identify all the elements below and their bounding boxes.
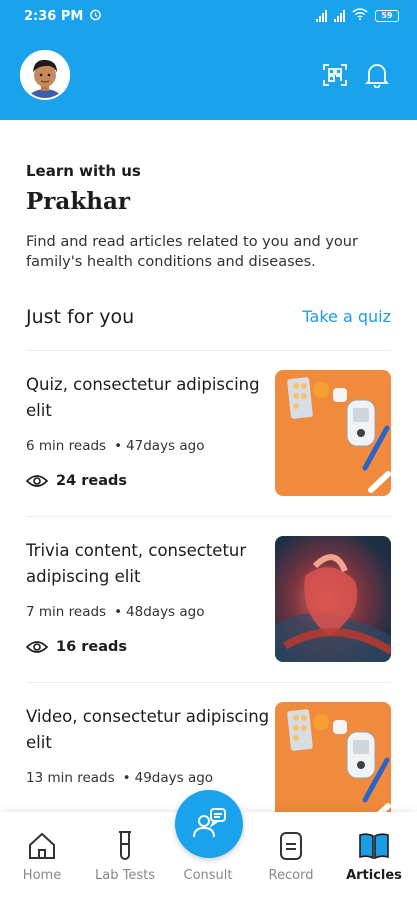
- eye-icon: [26, 475, 48, 487]
- avatar[interactable]: [20, 50, 70, 100]
- app-header: [0, 32, 417, 120]
- user-name: Prakhar: [26, 188, 130, 215]
- article-card[interactable]: Trivia content, consectetur adipiscing e…: [26, 536, 391, 662]
- divider: [26, 516, 391, 517]
- article-thumbnail: [275, 370, 391, 496]
- article-age: 49days ago: [134, 770, 214, 786]
- article-reads: 16 reads: [26, 639, 127, 655]
- nav-consult-label: Consult: [183, 868, 233, 883]
- nav-lab-tests[interactable]: Lab Tests: [85, 812, 165, 900]
- consult-button[interactable]: [175, 790, 243, 858]
- article-title: Trivia content, consectetur adipiscing e…: [26, 541, 247, 586]
- read-time: 6 min reads: [26, 438, 107, 454]
- alarm-icon: [89, 8, 102, 25]
- read-time: 13 min reads: [26, 770, 115, 786]
- article-meta: 13 min reads • 49days ago: [26, 770, 214, 786]
- qr-scan-icon[interactable]: [320, 60, 350, 90]
- cell-signal-icon: [316, 10, 327, 22]
- take-quiz-link[interactable]: Take a quiz: [302, 307, 391, 326]
- divider: [26, 682, 391, 683]
- main-content[interactable]: Learn with us Prakhar Find and read arti…: [0, 120, 417, 812]
- nav-home[interactable]: Home: [2, 812, 82, 900]
- article-card[interactable]: Quiz, consectetur adipiscing elit 6 min …: [26, 370, 391, 496]
- home-icon: [27, 830, 57, 862]
- nav-record[interactable]: Record: [251, 812, 331, 900]
- article-thumbnail: [275, 536, 391, 662]
- divider: [26, 350, 391, 351]
- article-age: 48days ago: [126, 604, 205, 620]
- reads-count: 24 reads: [56, 473, 128, 489]
- consult-chat-icon: [193, 808, 226, 838]
- article-meta: 6 min reads • 47days ago: [26, 438, 205, 454]
- article-title: Quiz, consectetur adipiscing elit: [26, 375, 260, 420]
- nav-articles[interactable]: Articles: [334, 812, 414, 900]
- book-icon: [358, 830, 390, 862]
- read-time: 7 min reads: [26, 604, 107, 620]
- record-icon: [279, 830, 303, 862]
- eye-icon: [26, 641, 48, 653]
- wifi-icon: [352, 8, 368, 24]
- nav-lab-tests-label: Lab Tests: [95, 868, 155, 883]
- test-tube-icon: [114, 830, 136, 862]
- article-reads: 24 reads: [26, 473, 127, 489]
- nav-articles-label: Articles: [346, 868, 402, 883]
- section-title: Just for you: [26, 306, 135, 328]
- intro-description: Find and read articles related to you an…: [26, 234, 358, 270]
- cell-signal-2-icon: [334, 10, 345, 22]
- reads-count: 16 reads: [56, 639, 128, 655]
- section-eyebrow: Learn with us: [26, 162, 141, 180]
- nav-home-label: Home: [22, 868, 62, 883]
- status-bar: 2:36 PM 59: [0, 0, 417, 32]
- bell-icon[interactable]: [362, 60, 392, 90]
- status-time: 2:36 PM: [24, 8, 84, 24]
- nav-record-label: Record: [268, 868, 314, 883]
- article-meta: 7 min reads • 48days ago: [26, 604, 205, 620]
- article-title: Video, consectetur adipiscing elit: [26, 707, 270, 752]
- article-age: 47days ago: [126, 438, 205, 454]
- battery-icon: 59: [375, 10, 399, 22]
- article-thumbnail: [275, 702, 391, 812]
